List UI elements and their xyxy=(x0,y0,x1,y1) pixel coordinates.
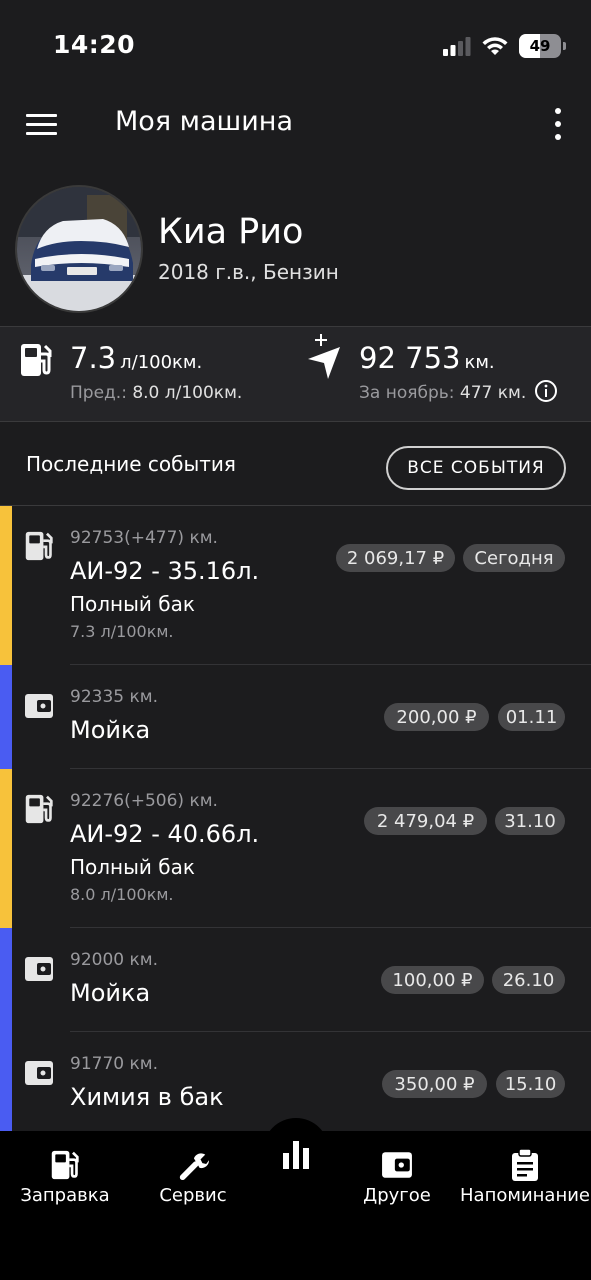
event-odometer: 91770 км. xyxy=(70,1054,158,1074)
event-title: Химия в бак xyxy=(70,1083,224,1111)
event-item[interactable]: 92276(+506) км. АИ-92 - 40.66л. Полный б… xyxy=(0,769,591,928)
event-note: Полный бак xyxy=(70,592,195,616)
event-item[interactable]: 92000 км. Мойка 100,00 ₽ 26.10 xyxy=(0,928,591,1032)
status-time: 14:20 xyxy=(53,30,136,59)
event-type-bar xyxy=(0,1032,12,1136)
wrench-icon xyxy=(179,1153,210,1181)
event-odometer: 92753(+477) км. xyxy=(70,528,218,548)
event-item[interactable]: 92335 км. Мойка 200,00 ₽ 01.11 xyxy=(0,665,591,769)
consumption-prev-label: Пред.: xyxy=(70,383,127,403)
month-value: 477 км. xyxy=(459,383,527,403)
event-amount-chip: 100,00 ₽ xyxy=(381,966,484,994)
nav-item-statistics[interactable] xyxy=(266,1139,326,1173)
event-type-bar xyxy=(0,769,12,928)
car-name: Киа Рио xyxy=(158,212,304,252)
nav-item-reminder[interactable]: Напоминание xyxy=(460,1149,590,1206)
event-item[interactable]: 92753(+477) км. АИ-92 - 35.16л. Полный б… xyxy=(0,506,591,665)
fuel-pump-icon xyxy=(51,1150,79,1180)
consumption-previous: Пред.: 8.0 л/100км. xyxy=(70,383,242,403)
car-details: 2018 г.в., Бензин xyxy=(158,260,339,284)
odometer-stat: 92 753 км. xyxy=(359,341,495,375)
nav-item-service[interactable]: Сервис xyxy=(150,1149,236,1206)
nav-item-other[interactable]: Другое xyxy=(357,1149,437,1206)
wifi-icon xyxy=(482,37,508,55)
hamburger-menu-icon[interactable] xyxy=(26,106,62,142)
event-odometer: 92000 км. xyxy=(70,950,158,970)
event-date-chip: Сегодня xyxy=(463,544,565,572)
app-bar: Моя машина xyxy=(0,92,591,156)
event-date-chip: 26.10 xyxy=(492,966,565,994)
battery-percent: 49 xyxy=(529,37,551,55)
page-title: Моя машина xyxy=(115,106,294,137)
add-trip-navigation-icon[interactable] xyxy=(304,333,344,379)
fuel-pump-icon xyxy=(21,344,52,376)
wallet-icon xyxy=(25,1061,53,1085)
event-amount-chip: 200,00 ₽ xyxy=(384,703,489,731)
odometer-value: 92 753 xyxy=(359,341,461,375)
event-date-chip: 01.11 xyxy=(498,703,565,731)
event-type-bar xyxy=(0,506,12,665)
event-date-chip: 15.10 xyxy=(496,1070,565,1098)
nav-label: Заправка xyxy=(20,1185,110,1206)
event-amount-chip: 2 479,04 ₽ xyxy=(364,807,487,835)
wallet-icon xyxy=(382,1152,412,1178)
consumption-value: 7.3 xyxy=(70,341,117,375)
event-odometer: 92276(+506) км. xyxy=(70,791,218,811)
event-note: Полный бак xyxy=(70,855,195,879)
odometer-unit: км. xyxy=(464,352,495,373)
status-icons: 49 xyxy=(443,34,566,58)
fuel-pump-icon xyxy=(25,531,53,561)
month-distance: За ноябрь: 477 км. xyxy=(359,383,526,403)
event-type-bar xyxy=(0,665,12,769)
recent-events-title: Последние события xyxy=(26,452,236,476)
bar-chart-icon xyxy=(283,1141,309,1169)
consumption-stat: 7.3 л/100км. xyxy=(70,341,202,375)
clipboard-icon xyxy=(512,1149,538,1181)
cellular-signal-icon xyxy=(443,37,471,56)
event-type-bar xyxy=(0,928,12,1032)
event-title: АИ-92 - 35.16л. xyxy=(70,557,260,585)
event-amount-chip: 2 069,17 ₽ xyxy=(336,544,455,572)
event-odometer: 92335 км. xyxy=(70,687,158,707)
wallet-icon xyxy=(25,957,53,981)
consumption-unit: л/100км. xyxy=(120,352,203,373)
event-title: Мойка xyxy=(70,979,151,1007)
event-title: АИ-92 - 40.66л. xyxy=(70,820,260,848)
nav-item-fuel[interactable]: Заправка xyxy=(20,1149,110,1206)
battery-icon: 49 xyxy=(519,34,566,58)
fuel-pump-icon xyxy=(25,794,53,824)
stats-panel: 7.3 л/100км. Пред.: 8.0 л/100км. 92 753 км… xyxy=(0,326,591,422)
nav-label: Сервис xyxy=(159,1185,227,1206)
month-label: За ноябрь: xyxy=(359,383,455,403)
event-consumption: 7.3 л/100км. xyxy=(70,622,174,641)
event-amount-chip: 350,00 ₽ xyxy=(382,1070,487,1098)
more-options-icon[interactable] xyxy=(553,108,563,140)
car-photo[interactable] xyxy=(15,185,143,313)
nav-label: Другое xyxy=(363,1185,431,1206)
bottom-navigation: Заправка Сервис Другое Напоминание xyxy=(0,1118,591,1280)
car-header: Киа Рио 2018 г.в., Бензин xyxy=(0,156,591,326)
consumption-prev-value: 8.0 л/100км. xyxy=(132,383,243,403)
wallet-icon xyxy=(25,694,53,718)
event-title: Мойка xyxy=(70,716,151,744)
nav-label: Напоминание xyxy=(460,1185,590,1206)
info-icon[interactable] xyxy=(534,379,558,403)
all-events-button[interactable]: ВСЕ СОБЫТИЯ xyxy=(386,446,566,490)
status-bar: 14:20 49 xyxy=(0,0,591,92)
event-consumption: 8.0 л/100км. xyxy=(70,885,174,904)
recent-events-header: Последние события ВСЕ СОБЫТИЯ xyxy=(0,422,591,506)
event-date-chip: 31.10 xyxy=(495,807,565,835)
